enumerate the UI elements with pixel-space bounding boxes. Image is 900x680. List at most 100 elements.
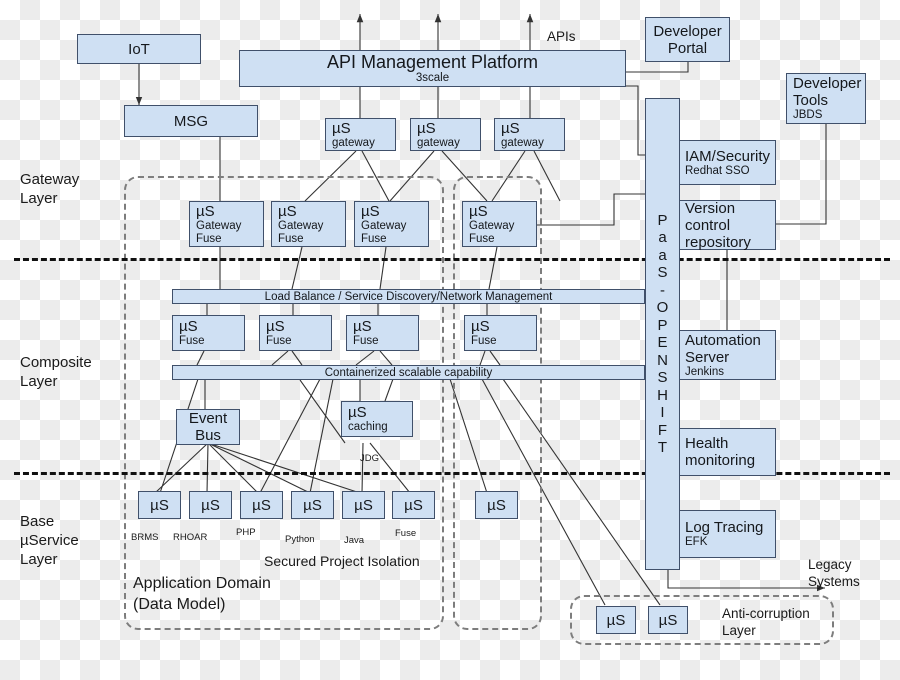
gateway-fuse-line2-3: Gateway — [361, 219, 407, 232]
anti-corruption-micro-title-1: µS — [606, 611, 626, 629]
composite-fuse-title-1: µS — [179, 318, 198, 335]
paas-letter: S — [657, 264, 668, 281]
base-microservice-box-6[interactable]: µS — [392, 491, 435, 519]
msg-box[interactable]: MSG — [124, 105, 258, 137]
base-micro-title-6: µS — [404, 496, 423, 514]
composite-fuse-box-1[interactable]: µS Fuse — [172, 315, 245, 351]
gateway-micro-title-2: µS — [417, 119, 436, 137]
gateway-composite-separator — [14, 258, 890, 261]
anti-corruption-layer-label: Anti-corruption Layer — [722, 606, 810, 638]
gateway-fuse-line2-2: Gateway — [278, 219, 324, 232]
gateway-micro-title-3: µS — [501, 119, 520, 137]
health-monitoring-title: Health monitoring — [685, 435, 756, 469]
gateway-fuse-box-3[interactable]: µS Gateway Fuse — [354, 201, 429, 247]
gateway-fuse-line3-1: Fuse — [196, 232, 222, 245]
apis-label: APIs — [547, 29, 576, 44]
paas-letter: S — [657, 369, 668, 386]
gateway-micro-title-1: µS — [332, 119, 351, 137]
automation-server-title: Automation Server — [685, 331, 761, 366]
base-microservice-box-5[interactable]: µS — [342, 491, 385, 519]
gateway-fuse-title-4: µS — [469, 202, 488, 220]
health-monitoring-box[interactable]: Health monitoring — [678, 428, 776, 476]
log-tracing-box[interactable]: Log Tracing EFK — [678, 510, 776, 558]
base-micro-tech-2: RHOAR — [173, 532, 208, 543]
load-balance-bar[interactable]: Load Balance / Service Discovery/Network… — [172, 289, 645, 304]
base-micro-tech-4: Python — [285, 534, 315, 545]
paas-letter: E — [657, 334, 668, 351]
developer-portal-label: Developer Portal — [653, 22, 722, 57]
gateway-fuse-box-1[interactable]: µS Gateway Fuse — [189, 201, 264, 247]
base-micro-title-3: µS — [252, 496, 271, 514]
version-control-title: Version control repository — [685, 199, 751, 251]
api-management-platform-box[interactable]: API Management Platform 3scale — [239, 50, 626, 87]
layer-label-gateway: Gateway Layer — [20, 171, 80, 207]
gateway-fuse-title-3: µS — [361, 202, 380, 220]
anti-corruption-micro-title-2: µS — [658, 611, 678, 629]
automation-server-box[interactable]: Automation Server Jenkins — [678, 330, 776, 380]
composite-fuse-subtitle-3: Fuse — [353, 335, 379, 347]
isolated-microservice-box[interactable]: µS — [475, 491, 518, 519]
gateway-fuse-line3-2: Fuse — [278, 232, 304, 245]
caching-microservice-box[interactable]: µS caching — [341, 401, 413, 437]
caching-title: µS — [348, 404, 367, 421]
base-microservice-box-3[interactable]: µS — [240, 491, 283, 519]
containerized-capability-bar[interactable]: Containerized scalable capability — [172, 365, 645, 380]
base-microservice-box-1[interactable]: µS — [138, 491, 181, 519]
gateway-microservice-box-3[interactable]: µS gateway — [494, 118, 565, 151]
gateway-micro-subtitle-3: gateway — [501, 136, 544, 149]
base-micro-title-5: µS — [354, 496, 373, 514]
gateway-fuse-box-4[interactable]: µS Gateway Fuse — [462, 201, 537, 247]
base-micro-title-1: µS — [150, 496, 169, 514]
legacy-systems-label: Legacy Systems — [808, 557, 860, 589]
version-control-box[interactable]: Version control repository — [678, 199, 776, 251]
base-microservice-box-4[interactable]: µS — [291, 491, 334, 519]
anti-corruption-microservice-box-2[interactable]: µS — [648, 606, 688, 634]
paas-letter: a — [658, 246, 667, 264]
caching-subtitle: caching — [348, 421, 388, 433]
composite-fuse-box-3[interactable]: µS Fuse — [346, 315, 419, 351]
base-micro-title-2: µS — [201, 496, 220, 514]
application-domain-label: Application Domain (Data Model) — [133, 575, 271, 613]
paas-letter: - — [659, 281, 665, 299]
composite-fuse-subtitle-1: Fuse — [179, 335, 205, 347]
composite-fuse-title-3: µS — [353, 318, 372, 335]
developer-tools-box[interactable]: Developer Tools JBDS — [786, 73, 866, 124]
gateway-fuse-title-2: µS — [278, 202, 297, 220]
gateway-fuse-box-2[interactable]: µS Gateway Fuse — [271, 201, 346, 247]
paas-letter: O — [656, 299, 669, 316]
developer-tools-subtitle: JBDS — [793, 109, 823, 121]
composite-fuse-box-2[interactable]: µS Fuse — [259, 315, 332, 351]
event-bus-label: Event Bus — [188, 410, 228, 444]
gateway-microservice-box-2[interactable]: µS gateway — [410, 118, 481, 151]
base-micro-tech-6: Fuse — [395, 528, 417, 539]
paas-letter: T — [657, 439, 668, 456]
iam-security-box[interactable]: IAM/Security Redhat SSO — [678, 140, 776, 185]
gateway-fuse-line3-4: Fuse — [469, 232, 495, 245]
layer-label-composite: Composite Layer — [20, 354, 92, 390]
base-micro-tech-5: Java — [344, 535, 365, 546]
base-micro-tech-3: PHP — [236, 527, 256, 538]
iot-box[interactable]: IoT — [77, 34, 201, 64]
developer-portal-box[interactable]: Developer Portal — [645, 17, 730, 62]
msg-label: MSG — [173, 112, 209, 130]
api-platform-title: API Management Platform — [326, 52, 539, 72]
gateway-micro-subtitle-1: gateway — [332, 136, 375, 149]
paas-letter: H — [657, 386, 668, 404]
isolated-micro-title: µS — [487, 496, 506, 514]
paas-openshift-letters: PaaS-OPENSHIFT — [657, 212, 669, 457]
composite-fuse-box-4[interactable]: µS Fuse — [464, 315, 537, 351]
paas-letter: I — [660, 404, 665, 421]
paas-openshift-bar[interactable]: PaaS-OPENSHIFT — [645, 98, 680, 570]
anti-corruption-microservice-box-1[interactable]: µS — [596, 606, 636, 634]
event-bus-box[interactable]: Event Bus — [176, 409, 240, 445]
gateway-fuse-line2-1: Gateway — [196, 219, 242, 232]
gateway-fuse-line3-3: Fuse — [361, 232, 387, 245]
iot-label: IoT — [128, 40, 150, 58]
log-tracing-title: Log Tracing — [685, 519, 764, 536]
gateway-fuse-line2-4: Gateway — [469, 219, 515, 232]
composite-fuse-subtitle-2: Fuse — [266, 335, 292, 347]
paas-letter: N — [657, 351, 668, 369]
gateway-microservice-box-1[interactable]: µS gateway — [325, 118, 396, 151]
api-platform-subtitle: 3scale — [415, 72, 450, 84]
base-microservice-box-2[interactable]: µS — [189, 491, 232, 519]
